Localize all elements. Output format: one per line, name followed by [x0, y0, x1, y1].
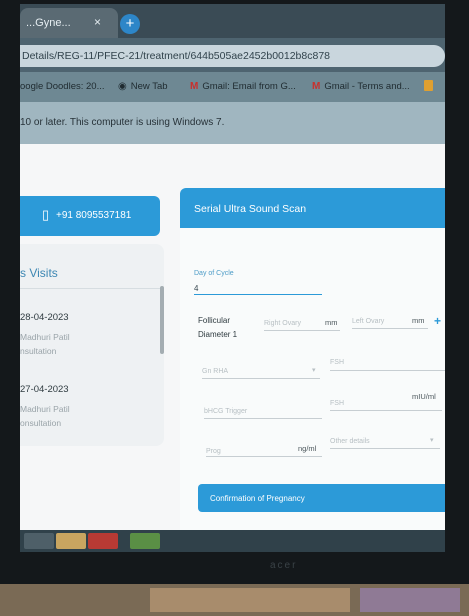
- gn-rha-underline: [202, 378, 320, 379]
- taskbar-folder-icon[interactable]: [56, 533, 86, 549]
- left-ovary-underline: [352, 328, 428, 329]
- prog-input[interactable]: Prog: [206, 448, 221, 455]
- gn-rha-input[interactable]: Gn RHA: [202, 368, 228, 375]
- bookmarks-bar: oogle Doodles: 20... ◉ New Tab M Gmail: Em…: [20, 72, 445, 102]
- confirmation-of-pregnancy-section[interactable]: Confirmation of Pregnancy: [198, 484, 445, 512]
- bookmark-label: oogle Doodles: 20...: [20, 81, 105, 92]
- confirmation-of-pregnancy-label: Confirmation of Pregnancy: [210, 494, 305, 503]
- chevron-down-icon[interactable]: ▾: [430, 436, 434, 444]
- ultrasound-scan-card: Serial Ultra Sound Scan Day of Cycle 4 F…: [180, 188, 445, 536]
- bookmark-label: New Tab: [130, 81, 168, 92]
- bookmark-label: Gmail - Terms and...: [324, 81, 410, 92]
- visit-type: onsultation: [20, 418, 62, 428]
- bookmark-item[interactable]: oogle Doodles: 20...: [20, 81, 105, 92]
- new-tab-button[interactable]: +: [120, 14, 140, 34]
- visits-card: s Visits 28-04-2023 Madhuri Patil nsulta…: [20, 244, 164, 446]
- other-details-underline: [330, 448, 440, 449]
- chevron-down-icon[interactable]: ▾: [312, 366, 316, 374]
- visit-date: 28-04-2023: [20, 312, 69, 323]
- fsh-underline-1: [330, 370, 445, 371]
- globe-icon: ◉: [118, 81, 127, 92]
- fsh-underline-2: [330, 410, 442, 411]
- scan-card-title: Serial Ultra Sound Scan: [194, 203, 307, 215]
- gmail-icon: M: [312, 81, 321, 92]
- taskbar-explorer-icon[interactable]: [24, 533, 54, 549]
- contact-card: ▯ +91 8095537181: [20, 196, 160, 236]
- follicular-label: Follicular: [198, 316, 231, 325]
- right-ovary-unit: mm: [325, 318, 338, 327]
- bookmark-item[interactable]: M Gmail - Terms and...: [312, 81, 410, 92]
- visit-doctor: Madhuri Patil: [20, 404, 70, 414]
- browser-tab-strip: ...Gyne... × +: [20, 4, 445, 38]
- desk-cloth: [150, 588, 350, 612]
- phone-number: +91 8095537181: [56, 210, 132, 221]
- visits-divider: [20, 288, 160, 289]
- monitor-screen: ...Gyne... × + Details/REG-11/PFEC-21/tr…: [20, 4, 445, 552]
- address-bar[interactable]: Details/REG-11/PFEC-21/treatment/644b505…: [20, 45, 445, 67]
- visit-doctor: Madhuri Patil: [20, 332, 70, 342]
- tab-title: ...Gyne...: [26, 17, 71, 29]
- bookmark-item[interactable]: M Gmail: Email from G...: [190, 81, 296, 92]
- day-of-cycle-input[interactable]: 4: [194, 284, 198, 293]
- bookmark-item[interactable]: ◉ New Tab: [118, 81, 168, 92]
- gmail-icon: M: [190, 81, 199, 92]
- prog-underline: [206, 456, 322, 457]
- browser-tab[interactable]: ...Gyne... ×: [20, 8, 118, 38]
- bookmark-folder-icon[interactable]: [424, 80, 433, 91]
- info-bar-text: 10 or later. This computer is using Wind…: [20, 117, 225, 128]
- bhcg-trigger-underline: [204, 418, 322, 419]
- scan-card-header: Serial Ultra Sound Scan: [180, 188, 445, 228]
- info-bar: 10 or later. This computer is using Wind…: [20, 102, 445, 144]
- monitor-brand-logo: acer: [270, 560, 298, 571]
- taskbar-media-icon[interactable]: [88, 533, 118, 549]
- fsh-unit: mIU/ml: [412, 392, 436, 401]
- windows-taskbar: [20, 530, 445, 552]
- url-text: Details/REG-11/PFEC-21/treatment/644b505…: [22, 50, 331, 62]
- address-row: Details/REG-11/PFEC-21/treatment/644b505…: [20, 38, 445, 72]
- day-of-cycle-underline: [194, 294, 322, 295]
- right-ovary-underline: [264, 330, 340, 331]
- bhcg-trigger-input[interactable]: bHCG Trigger: [204, 408, 247, 415]
- left-ovary-unit: mm: [412, 316, 425, 325]
- visit-date: 27-04-2023: [20, 384, 69, 395]
- prog-unit: ng/ml: [298, 444, 317, 453]
- bookmark-label: Gmail: Email from G...: [202, 81, 296, 92]
- follicular-label-2: Diameter 1: [198, 330, 238, 339]
- taskbar-chrome-icon[interactable]: [130, 533, 160, 549]
- phone-icon: ▯: [42, 207, 50, 222]
- left-ovary-input[interactable]: Left Ovary: [352, 318, 384, 325]
- add-follicle-button[interactable]: +: [434, 314, 441, 328]
- other-details-input[interactable]: Other details: [330, 438, 370, 445]
- close-icon[interactable]: ×: [94, 15, 101, 29]
- fsh-input-1[interactable]: FSH: [330, 359, 344, 366]
- visits-title: s Visits: [20, 266, 58, 280]
- visit-type: nsultation: [20, 346, 57, 356]
- fsh-input-2[interactable]: FSH: [330, 400, 344, 407]
- visits-scrollbar[interactable]: [160, 286, 164, 354]
- right-ovary-input[interactable]: Right Ovary: [264, 320, 301, 327]
- day-of-cycle-label: Day of Cycle: [194, 270, 234, 277]
- page-content: ▯ +91 8095537181 s Visits 28-04-2023 Mad…: [20, 144, 445, 552]
- desk-cloth-2: [360, 588, 460, 612]
